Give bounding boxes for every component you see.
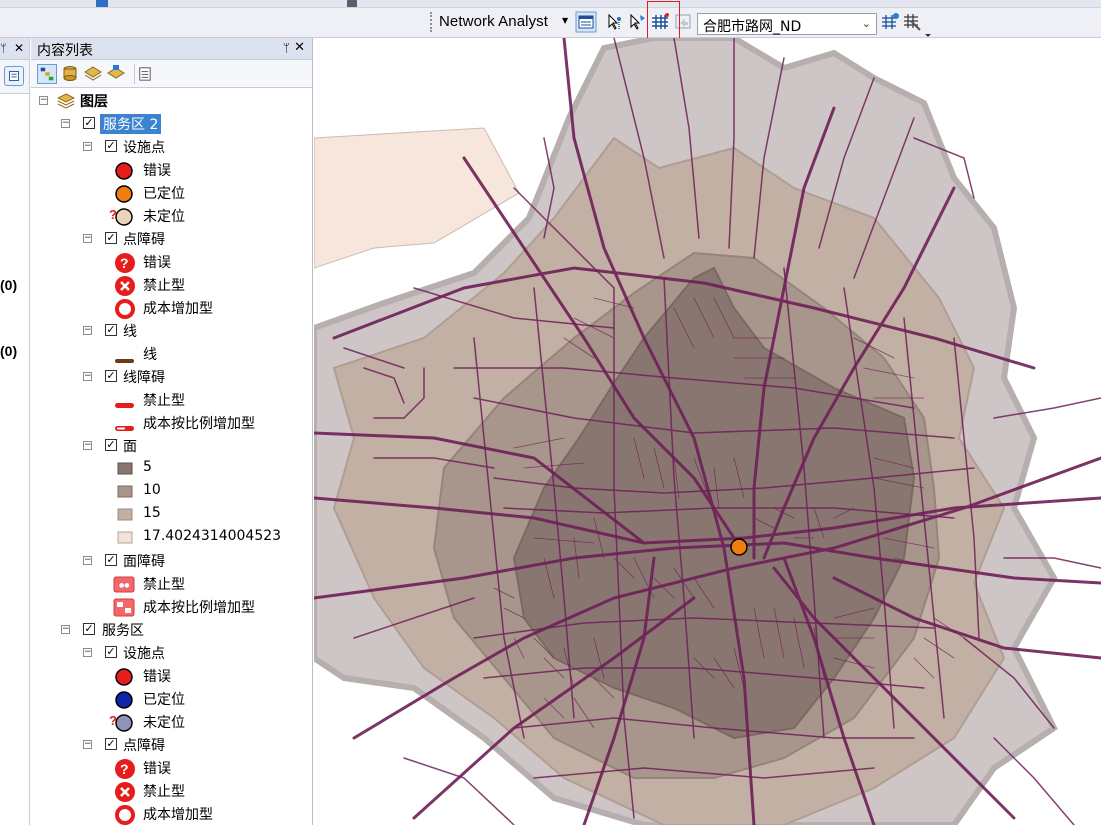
left-docked-panel: ᛘ ✕ (0) (0) <box>0 38 30 825</box>
chevron-down-icon[interactable]: ▼ <box>562 16 568 25</box>
service-area-map[interactable] <box>314 38 1101 825</box>
toolbar-strip <box>0 0 1101 8</box>
toolbar-options-icon[interactable] <box>924 26 932 40</box>
polygon-swatch-icon <box>117 485 133 503</box>
visibility-checkbox[interactable]: ✓ <box>105 324 117 336</box>
options-icon[interactable] <box>134 64 154 84</box>
polygon-swatch-icon <box>117 462 133 480</box>
collapse-toggle[interactable]: − <box>61 119 70 128</box>
network-dataset-select[interactable]: 合肥市路网_ND ⌄ <box>697 13 877 35</box>
toc-toolbar <box>31 60 312 88</box>
added-cost-ring-icon <box>114 804 136 830</box>
collapse-toggle[interactable]: − <box>83 441 92 450</box>
visibility-checkbox[interactable]: ✓ <box>105 738 117 750</box>
visibility-checkbox[interactable]: ✓ <box>105 646 117 658</box>
svg-text:?: ? <box>120 761 129 777</box>
select-move-location-icon[interactable] <box>626 11 648 33</box>
close-icon[interactable]: ✕ <box>294 40 305 55</box>
layers-icon <box>56 93 76 113</box>
collapse-toggle[interactable]: − <box>83 740 92 749</box>
collapse-toggle[interactable]: − <box>83 142 92 151</box>
pin-icon[interactable]: ᛘ <box>0 42 7 55</box>
svg-text:●●: ●● <box>119 582 129 589</box>
network-settings-icon[interactable] <box>901 11 923 33</box>
left-panel-toolbar <box>0 60 29 94</box>
restriction-line-icon <box>114 397 136 413</box>
collapse-toggle[interactable]: − <box>83 372 92 381</box>
visibility-checkbox[interactable]: ✓ <box>105 232 117 244</box>
dropdown-caret-icon[interactable] <box>347 0 357 7</box>
toc-header: 内容列表 ᛘ ✕ <box>31 38 312 60</box>
table-of-contents: 内容列表 ᛘ ✕ − 图层 − ✓ 服务区 2 − ✓ 设施点 错误 已定位 ?… <box>31 38 313 825</box>
collapse-toggle[interactable]: − <box>39 96 48 105</box>
line-symbol-icon <box>114 352 136 368</box>
root-label: 图层 <box>80 94 108 110</box>
list-by-drawing-order-icon[interactable] <box>37 64 57 84</box>
toolbar-grip[interactable] <box>430 12 434 32</box>
restriction-polygon-icon: ●● <box>113 576 135 597</box>
build-network-icon[interactable] <box>879 11 901 33</box>
error-point-icon <box>114 161 134 185</box>
layer-label: 服务区 2 <box>100 114 162 134</box>
layer-label: 服务区 <box>102 623 144 639</box>
facility-point[interactable] <box>730 538 748 556</box>
chevron-down-icon[interactable]: ⌄ <box>862 17 871 30</box>
collapse-toggle[interactable]: − <box>83 648 92 657</box>
visibility-checkbox[interactable]: ✓ <box>105 370 117 382</box>
collapse-toggle[interactable]: − <box>83 556 92 565</box>
network-analyst-menu[interactable]: Network Analyst <box>439 13 548 30</box>
polygon-swatch-icon <box>117 508 133 526</box>
left-panel-header: ᛘ ✕ <box>0 38 29 60</box>
network-analyst-window-icon[interactable] <box>575 11 597 33</box>
svg-text:?: ? <box>120 255 129 271</box>
list-by-visibility-icon[interactable] <box>83 64 103 84</box>
count-label: (0) <box>0 277 18 293</box>
visibility-checkbox[interactable]: ✓ <box>83 623 95 635</box>
scaled-cost-line-icon <box>114 420 136 436</box>
located-point-icon <box>114 690 134 714</box>
collapse-toggle[interactable]: − <box>61 625 70 634</box>
count-label: (0) <box>0 343 18 359</box>
collapse-toggle[interactable]: − <box>83 326 92 335</box>
visibility-checkbox[interactable]: ✓ <box>105 439 117 451</box>
visibility-checkbox[interactable]: ✓ <box>105 140 117 152</box>
list-by-selection-icon[interactable] <box>106 64 126 84</box>
close-icon[interactable]: ✕ <box>14 41 24 55</box>
map-canvas[interactable] <box>314 38 1101 825</box>
error-point-icon <box>114 667 134 691</box>
highlight-box <box>647 1 680 41</box>
located-point-icon <box>114 184 134 208</box>
list-by-source-icon[interactable] <box>60 64 80 84</box>
visibility-checkbox[interactable]: ✓ <box>105 554 117 566</box>
sublayer-label: 设施点 <box>123 140 165 156</box>
polygon-swatch-icon <box>117 531 133 549</box>
pale-area <box>314 127 520 269</box>
collapse-toggle[interactable]: − <box>83 234 92 243</box>
toc-title: 内容列表 <box>37 43 93 59</box>
pin-icon[interactable]: ᛘ <box>283 41 290 55</box>
list-view-icon[interactable] <box>4 66 24 86</box>
scaled-cost-polygon-icon <box>113 598 135 621</box>
top-toolbar: Network Analyst ▼ 合肥市路网_ND ⌄ <box>0 0 1101 41</box>
network-dataset-value: 合肥市路网_ND <box>703 19 802 35</box>
create-network-location-icon[interactable] <box>603 11 625 33</box>
window-icon[interactable] <box>96 0 108 7</box>
visibility-checkbox[interactable]: ✓ <box>83 117 95 129</box>
